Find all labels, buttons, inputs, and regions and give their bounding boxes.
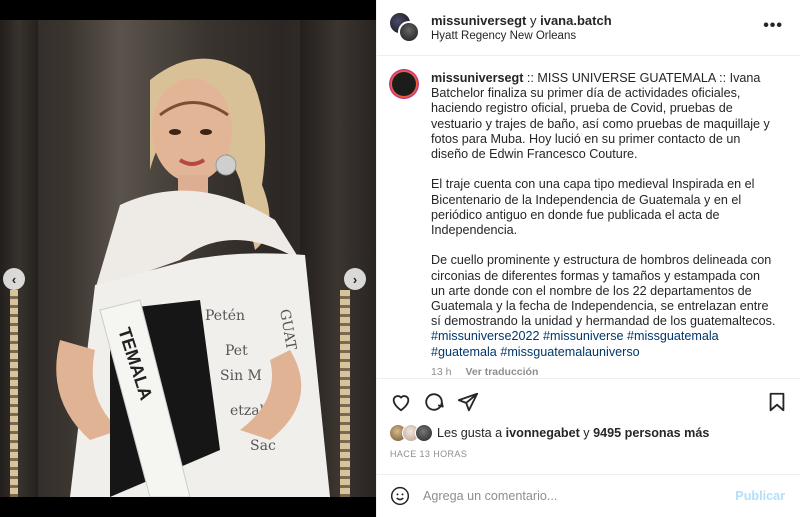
publish-button[interactable]: Publicar bbox=[735, 489, 785, 503]
author-link-1[interactable]: missuniversegt bbox=[431, 13, 526, 28]
caption-text: missuniversegt :: MISS UNIVERSE GUATEMAL… bbox=[431, 71, 777, 360]
comment-composer: Publicar bbox=[377, 474, 800, 517]
more-horizontal-icon[interactable]: ••• bbox=[763, 17, 783, 35]
location-link[interactable]: Hyatt Regency New Orleans bbox=[431, 30, 576, 42]
post-authors: missuniversegt y ivana.batch bbox=[431, 13, 612, 28]
likes-count-link[interactable]: 9495 personas más bbox=[593, 426, 709, 440]
avatar[interactable] bbox=[389, 69, 419, 99]
collab-avatars[interactable] bbox=[389, 12, 421, 44]
liker-avatars[interactable] bbox=[389, 424, 435, 442]
post-header: missuniversegt y ivana.batch Hyatt Regen… bbox=[377, 0, 800, 56]
post-timestamp[interactable]: HACE 13 HORAS bbox=[390, 449, 467, 459]
caption-paragraph: De cuello prominente y estructura de hom… bbox=[431, 253, 776, 329]
comment-input[interactable] bbox=[423, 486, 723, 506]
see-translation-link[interactable]: Ver traducción bbox=[465, 366, 538, 377]
avatar bbox=[415, 424, 433, 442]
heart-icon[interactable] bbox=[389, 390, 413, 414]
svg-text:Pet: Pet bbox=[225, 343, 248, 359]
instagram-post-modal: Petén Pet Sin M etzal Sac GUAT TEMALA ‹ … bbox=[0, 0, 800, 517]
likes-summary: Les gusta a ivonnegabet y 9495 personas … bbox=[389, 424, 789, 444]
paper-plane-icon[interactable] bbox=[456, 390, 480, 414]
comment-icon[interactable] bbox=[422, 390, 446, 414]
action-bar bbox=[377, 378, 800, 424]
caption-username[interactable]: missuniversegt bbox=[431, 71, 523, 85]
likes-text: Les gusta a ivonnegabet y 9495 personas … bbox=[437, 426, 709, 440]
liker-link[interactable]: ivonnegabet bbox=[506, 426, 580, 440]
likes-connector: y bbox=[579, 426, 594, 440]
emoji-icon[interactable] bbox=[390, 486, 410, 506]
likes-prefix: Les gusta a bbox=[437, 426, 506, 440]
svg-text:Petén: Petén bbox=[205, 308, 245, 324]
author-connector: y bbox=[526, 13, 541, 28]
caption-time[interactable]: 13 h bbox=[431, 366, 451, 377]
caption-area: missuniversegt :: MISS UNIVERSE GUATEMAL… bbox=[377, 57, 800, 377]
post-photo[interactable]: Petén Pet Sin M etzal Sac GUAT TEMALA ‹ … bbox=[0, 20, 376, 497]
caption-meta: 13 h Ver traducción bbox=[431, 366, 538, 377]
carousel-next-button[interactable]: › bbox=[344, 268, 366, 290]
caption-paragraph: El traje cuenta con una capa tipo mediev… bbox=[431, 177, 755, 238]
author-link-2[interactable]: ivana.batch bbox=[540, 13, 612, 28]
caption-hashtags[interactable]: #missuniverse2022 #missuniverse #missgua… bbox=[431, 329, 777, 359]
photo-subject-figure: Petén Pet Sin M etzal Sac GUAT TEMALA bbox=[56, 58, 330, 497]
carousel-prev-button[interactable]: ‹ bbox=[3, 268, 25, 290]
svg-text:Sin M: Sin M bbox=[220, 368, 262, 384]
post-details-panel: missuniversegt y ivana.batch Hyatt Regen… bbox=[376, 0, 800, 517]
avatar[interactable] bbox=[398, 21, 420, 43]
svg-text:Sac: Sac bbox=[250, 438, 276, 454]
bookmark-icon[interactable] bbox=[765, 390, 789, 414]
